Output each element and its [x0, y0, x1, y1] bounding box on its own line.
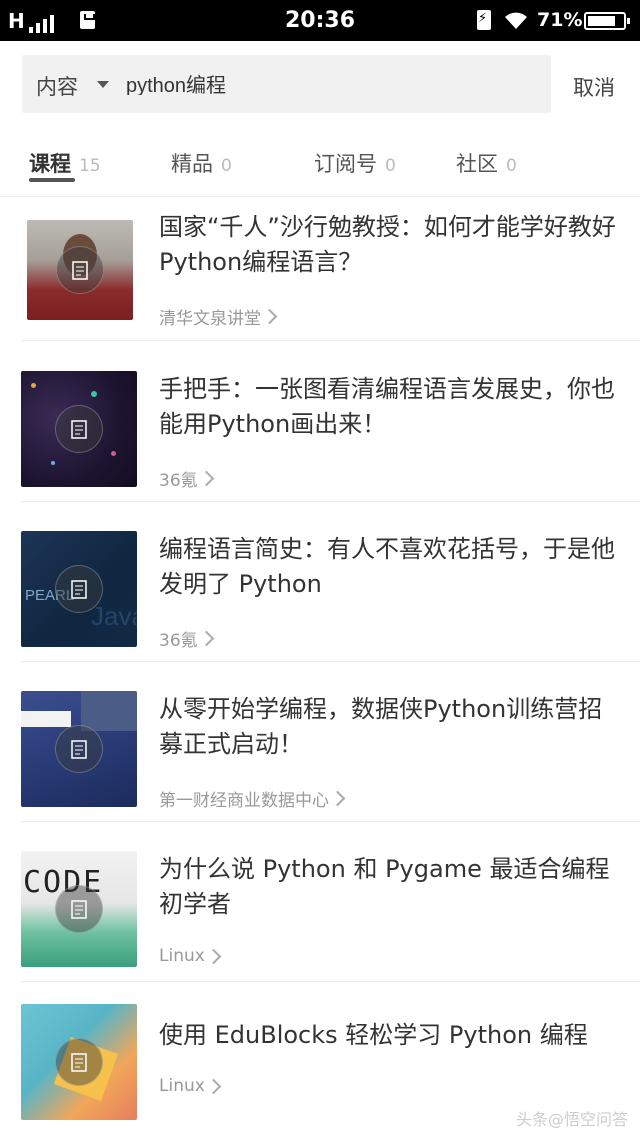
result-title: 国家“千人”沙行勉教授：如何才能学好教好Python编程语言？ [159, 213, 616, 276]
source-name: 清华文泉讲堂 [159, 309, 261, 329]
chevron-right-icon [205, 948, 222, 964]
source-name: Linux [159, 946, 205, 966]
result-source[interactable]: Linux [159, 946, 222, 966]
result-source[interactable]: 36氪 [159, 466, 214, 491]
search-input[interactable] [126, 72, 526, 95]
tab-courses[interactable]: 课程 15 [29, 148, 101, 178]
battery-percent: 71% [537, 9, 583, 31]
chevron-down-icon[interactable] [97, 81, 109, 88]
article-icon [55, 405, 103, 453]
course-thumbnail [21, 1004, 137, 1120]
source-name: Linux [159, 1076, 205, 1096]
article-icon [55, 885, 103, 933]
chevron-right-icon [198, 470, 214, 487]
source-name: 36氪 [159, 471, 198, 491]
tab-label: 课程 [29, 152, 71, 176]
course-thumbnail: CODE [21, 851, 137, 967]
search-box[interactable]: 内容 [22, 55, 551, 113]
search-scope-select[interactable]: 内容 [36, 71, 78, 101]
source-name: 36氪 [159, 631, 198, 651]
watermark: 头条@悟空问答 [515, 1110, 628, 1129]
result-source[interactable]: 第一财经商业数据中心 [159, 786, 346, 811]
list-item[interactable]: 国家“千人”沙行勉教授：如何才能学好教好Python编程语言？ 清华文泉讲堂 [0, 198, 640, 341]
course-thumbnail [21, 691, 137, 807]
article-icon [55, 725, 103, 773]
source-name: 第一财经商业数据中心 [159, 791, 329, 811]
result-title: 手把手：一张图看清编程语言发展史，你也能用Python画出来！ [159, 375, 615, 438]
chevron-right-icon [261, 308, 278, 325]
battery-icon [584, 12, 630, 30]
result-source[interactable]: 36氪 [159, 626, 214, 651]
chevron-right-icon [205, 1078, 222, 1094]
tab-label: 社区 [456, 152, 498, 176]
tab-count: 0 [506, 156, 517, 176]
tab-subscriptions[interactable]: 订阅号 0 [314, 148, 396, 178]
charging-icon [477, 10, 491, 30]
status-bar: H 20:36 71% [0, 0, 640, 41]
result-title: 使用 EduBlocks 轻松学习 Python 编程 [159, 1021, 588, 1049]
course-thumbnail [21, 371, 137, 487]
article-icon [55, 1038, 103, 1086]
tab-count: 0 [385, 156, 396, 176]
list-item[interactable]: 从零开始学编程，数据侠Python训练营招募正式启动！ 第一财经商业数据中心 [0, 662, 640, 822]
result-source[interactable]: Linux [159, 1076, 222, 1096]
wifi-icon [505, 12, 527, 29]
article-icon [56, 246, 104, 294]
tab-count: 0 [221, 156, 232, 176]
list-item[interactable]: CODE 为什么说 Python 和 Pygame 最适合编程初学者 Linux [0, 822, 640, 982]
tab-count: 15 [79, 156, 101, 176]
course-thumbnail: PEARL Java [21, 531, 137, 647]
list-item[interactable]: 手把手：一张图看清编程语言发展史，你也能用Python画出来！ 36氪 [0, 342, 640, 502]
tab-community[interactable]: 社区 0 [456, 148, 517, 178]
article-icon [55, 565, 103, 613]
result-title: 为什么说 Python 和 Pygame 最适合编程初学者 [159, 855, 610, 918]
chevron-right-icon [329, 790, 346, 807]
result-tabs: 课程 15 精品 0 订阅号 0 社区 0 [0, 140, 640, 197]
active-tab-indicator [29, 178, 75, 182]
cancel-button[interactable]: 取消 [573, 72, 615, 102]
tab-featured[interactable]: 精品 0 [171, 148, 232, 178]
result-title: 从零开始学编程，数据侠Python训练营招募正式启动！ [159, 695, 603, 758]
tab-label: 订阅号 [314, 152, 377, 176]
chevron-right-icon [198, 630, 214, 647]
result-title: 编程语言简史：有人不喜欢花括号，于是他发明了 Python [159, 535, 615, 598]
result-source[interactable]: 清华文泉讲堂 [159, 304, 278, 329]
course-thumbnail [27, 220, 133, 320]
divider [21, 340, 640, 341]
tab-label: 精品 [171, 152, 213, 176]
list-item[interactable]: PEARL Java 编程语言简史：有人不喜欢花括号，于是他发明了 Python… [0, 502, 640, 662]
